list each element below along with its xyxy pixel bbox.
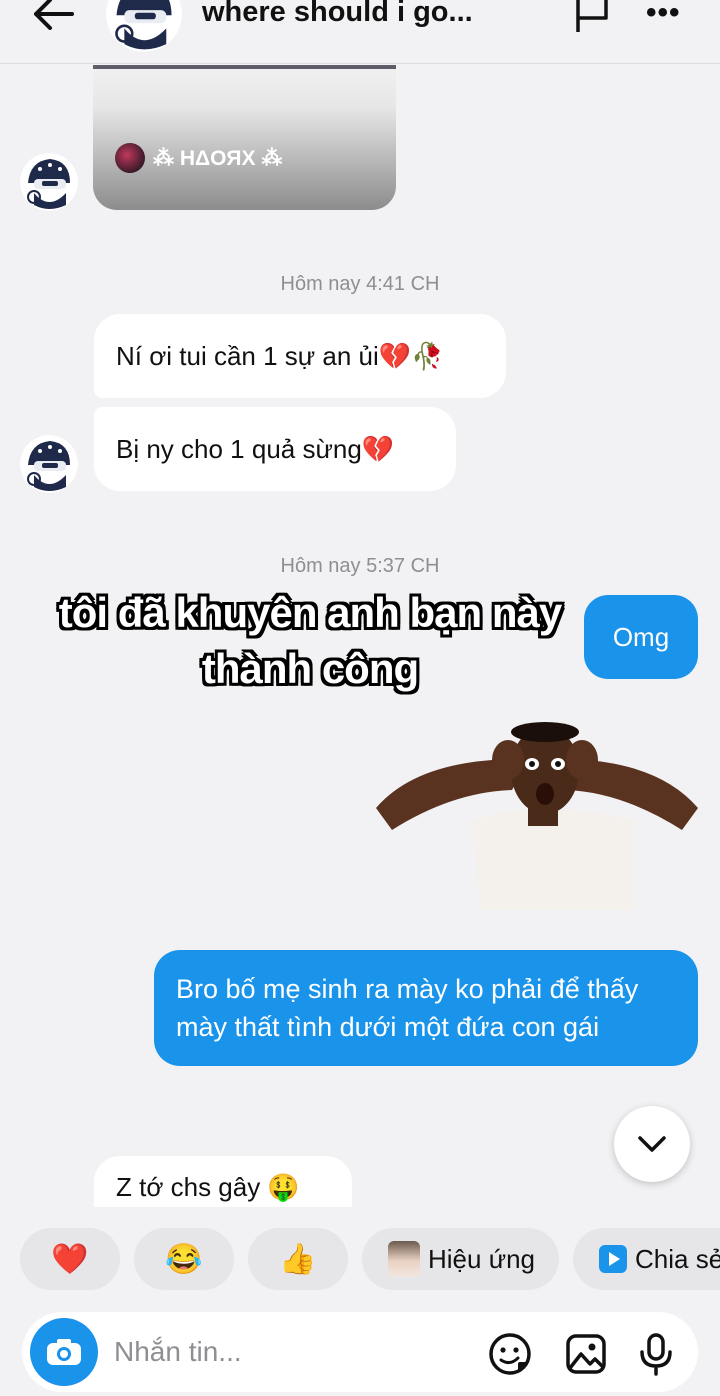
shared-post-card[interactable]: ⁂ HΔOЯX ⁂ [93,65,396,210]
share-label: Chia sẻ [635,1243,720,1274]
message-text: Ní ơi tui cần 1 sự an ủi💔🥀 [116,340,444,371]
gallery-icon[interactable] [564,1332,608,1376]
microphone-icon[interactable] [634,1332,678,1376]
play-share-icon [599,1245,628,1273]
thumbs-up-reaction-button[interactable]: 👍 [248,1228,348,1290]
message-text: Omg [612,621,670,652]
share-button[interactable]: Chia sẻ [573,1228,720,1290]
message-timestamp: Hôm nay 5:37 CH [280,555,440,577]
message-text: Z tớ chs gây 🤑 [116,1172,300,1202]
message-composer [22,1312,698,1392]
more-options-icon[interactable]: ••• [646,0,681,30]
effects-button[interactable]: Hiệu ứng [362,1228,560,1290]
author-avatar [115,143,145,173]
scroll-to-bottom-button[interactable] [614,1106,690,1182]
laugh-reaction-button[interactable]: 😂 [134,1228,234,1290]
video-caption-overlay: tôi đã khuyên anh bạn này thành công [58,589,562,692]
effect-thumbnail-icon [388,1241,420,1277]
quick-reactions-bar: ❤️ 😂 👍 Hiệu ứng Chia sẻ [20,1228,720,1290]
chevron-down-icon [638,1136,666,1152]
chat-header: where should i go... ••• [0,0,720,64]
sticker-icon[interactable] [488,1332,532,1376]
message-text: Bro bố mẹ sinh ra mày ko phải để thấy mà… [176,974,639,1042]
heart-reaction-button[interactable]: ❤️ [20,1228,120,1290]
camera-icon [47,1339,81,1365]
camera-button[interactable] [30,1318,98,1386]
shared-post-author: ⁂ HΔOЯX ⁂ [115,143,282,173]
incoming-message[interactable]: Bị ny cho 1 quả sừng💔 [94,407,456,491]
sender-avatar[interactable] [20,435,78,493]
incoming-message[interactable]: Ní ơi tui cần 1 sự an ủi💔🥀 [94,314,506,398]
author-username: ⁂ HΔOЯX ⁂ [153,146,283,170]
outgoing-message[interactable]: Bro bố mẹ sinh ra mày ko phải để thấy mà… [154,950,698,1066]
flag-icon[interactable] [570,0,614,36]
sender-avatar[interactable] [20,153,78,211]
message-timestamp: Hôm nay 4:41 CH [280,273,440,295]
sticker-shocked-man[interactable] [372,720,702,910]
effects-label: Hiệu ứng [428,1243,536,1274]
message-thread[interactable]: ⁂ HΔOЯX ⁂ Hôm nay 4:41 CH Ní ơi tui cần … [0,65,720,1207]
message-input[interactable] [114,1326,444,1378]
post-image-edge [93,65,396,69]
chat-title[interactable]: where should i go... [202,0,473,29]
message-text: Bị ny cho 1 quả sừng💔 [116,433,395,464]
incoming-message[interactable]: Z tớ chs gây 🤑 [94,1156,352,1207]
contact-avatar[interactable] [106,0,182,52]
back-arrow-icon[interactable] [28,0,78,34]
